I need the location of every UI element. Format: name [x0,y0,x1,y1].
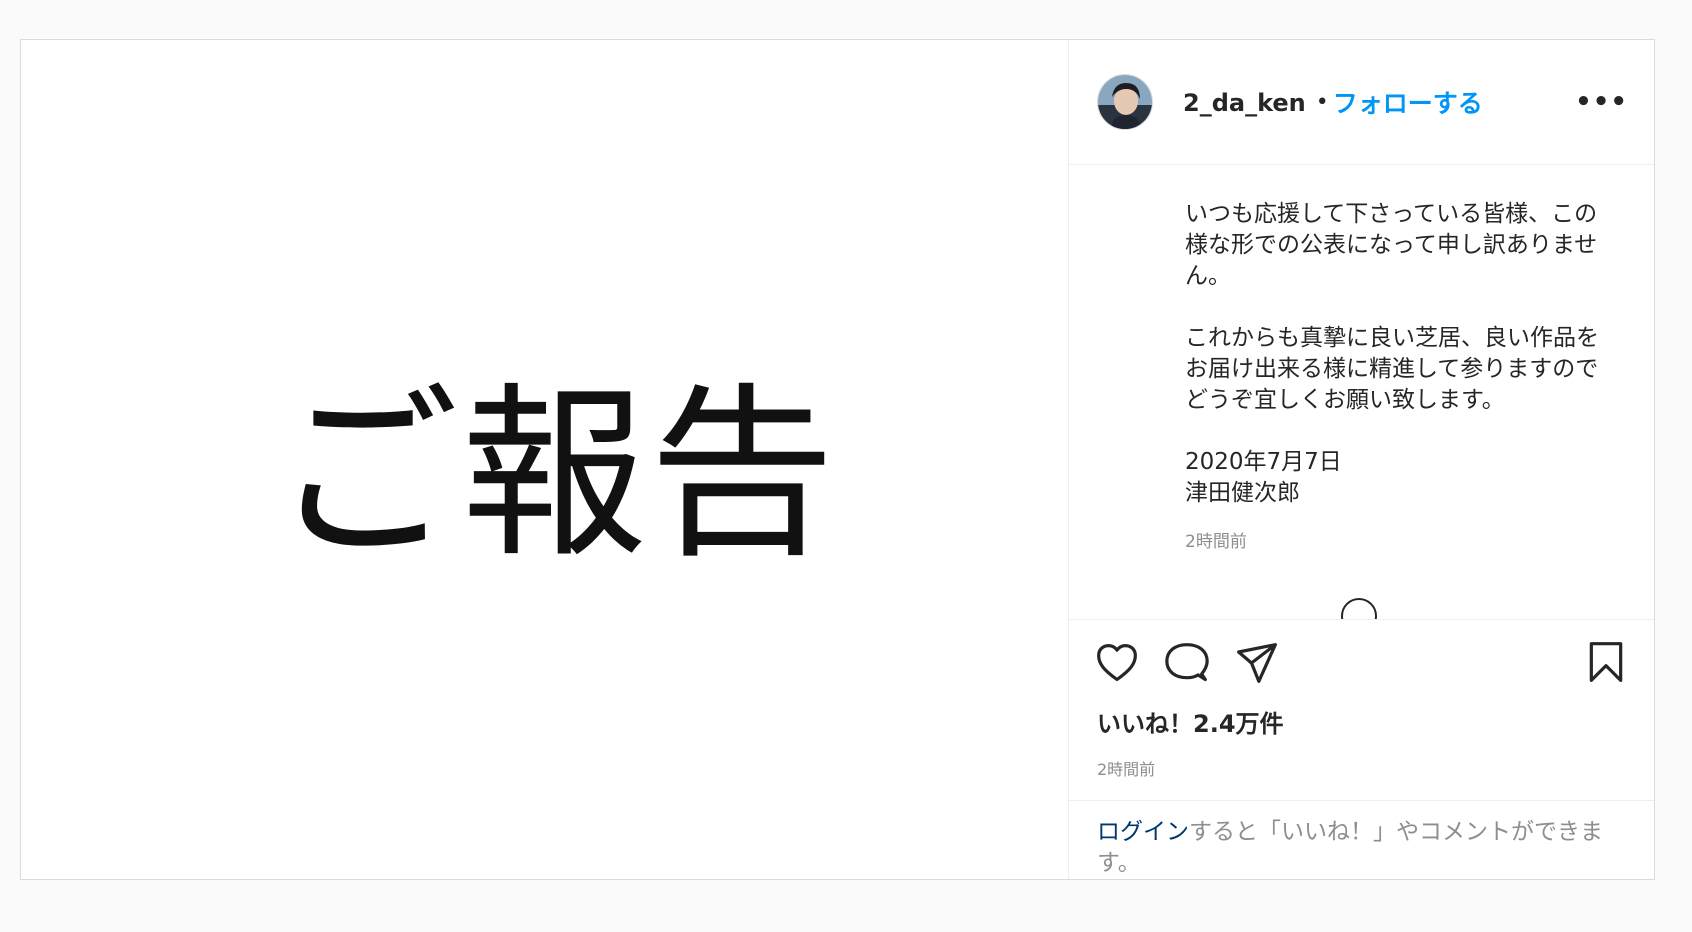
separator-dot: • [1315,89,1329,115]
post-image[interactable]: ご報告 [21,40,1069,879]
caption-paragraph-2: これからも真摯に良い芝居、良い作品をお届け出来る様に精進して参りますのでどうぞ宜… [1185,325,1599,413]
action-bar [1069,620,1654,706]
caption-area: いつも応援して下さっている皆様、この様な形での公表になって申し訳ありません。 こ… [1069,165,1654,620]
post-sidebar: 2_da_ken • フォローする ••• いつも応援して下さっている皆様、この… [1069,40,1654,879]
instagram-post: ご報告 2_da_ken • フォローする ••• いつも応援して下さっている皆… [20,39,1655,880]
follow-button[interactable]: フォローする [1333,84,1483,120]
likes-count[interactable]: いいね！2.4万件 [1069,706,1654,742]
bookmark-icon[interactable] [1584,640,1628,684]
caption-signature-block: 2020年7月7日 津田健次郎 [1185,447,1614,509]
load-more-icon[interactable] [1341,598,1377,619]
post-image-text: ご報告 [273,366,838,583]
caption-date: 2020年7月7日 [1185,449,1342,475]
comment-icon[interactable] [1165,641,1209,685]
more-icon[interactable]: ••• [1575,89,1628,115]
username[interactable]: 2_da_ken [1183,89,1306,117]
avatar-image [1098,75,1152,129]
post-header: 2_da_ken • フォローする ••• [1069,40,1654,165]
caption-signature: 津田健次郎 [1185,480,1300,506]
caption-timestamp: 2時間前 [1185,532,1247,552]
login-prompt: ログインすると「いいね！」やコメントができます。 [1069,800,1654,879]
caption-paragraph-1: いつも応援して下さっている皆様、この様な形での公表になって申し訳ありません。 [1185,201,1598,289]
share-icon[interactable] [1235,641,1279,685]
login-link[interactable]: ログイン [1097,819,1189,845]
post-timestamp: 2時間前 [1097,760,1156,779]
heart-icon[interactable] [1095,641,1139,685]
avatar[interactable] [1097,74,1153,130]
